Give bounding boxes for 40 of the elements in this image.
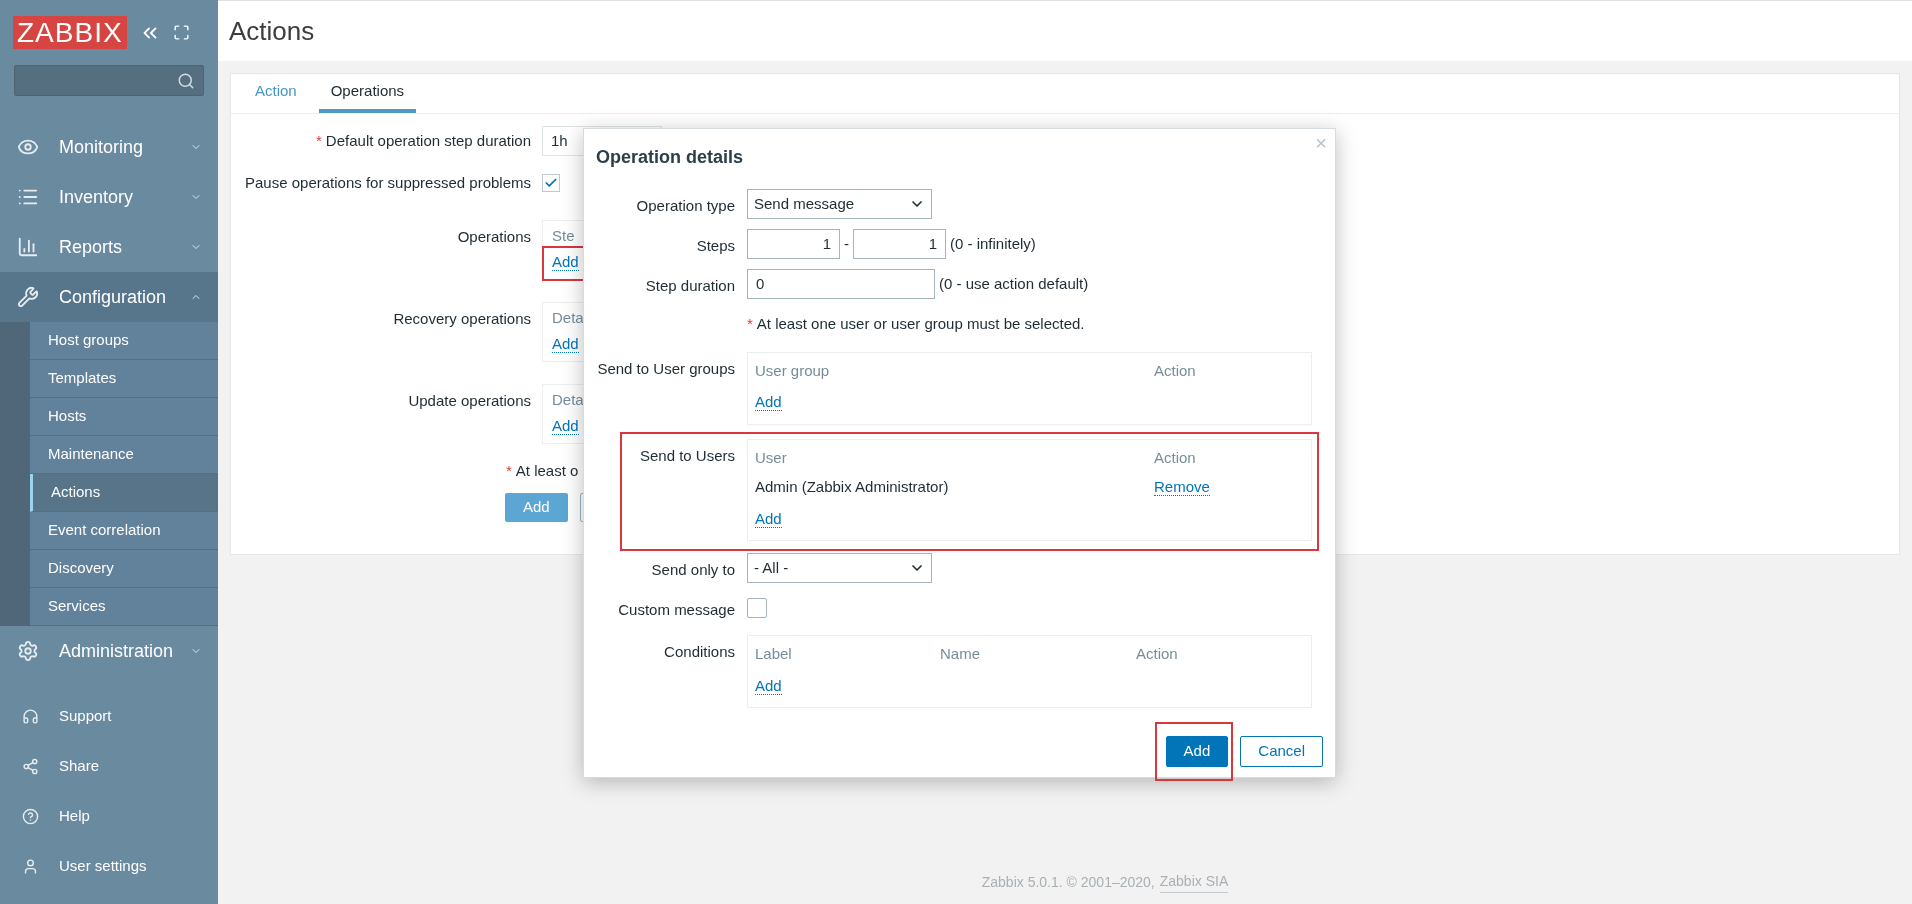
field-hint: (0 - use action default) [939,273,1089,294]
required-mark: * [506,461,512,481]
field-label: Pause operations for suppressed problems [245,172,531,193]
column-header: Deta [552,390,584,410]
column-header: Name [940,644,981,664]
menu-label: Inventory [59,185,135,209]
menu-label: Configuration [59,285,168,309]
table-cell-text: Admin (Zabbix Administrator) [755,477,950,497]
field-hint: (0 - infinitely) [950,233,1036,254]
field-label: Update operations [408,392,531,409]
column-header: Action [1136,644,1179,664]
page-title: Actions [229,14,315,48]
dialog-title: Operation details [596,146,744,169]
required-mark: * [316,130,322,151]
field-label: Send to Users [639,446,735,464]
column-header: User [755,447,788,468]
field-label: Steps [696,237,735,254]
field-label: Send only to [651,561,735,578]
field-label: Operations [457,228,531,245]
menu-label: Administration [59,639,175,663]
footer-text: Zabbix 5.0.1. © 2001–2020, [981,872,1155,892]
column-header: Deta [552,308,584,328]
field-label: Custom message [618,601,735,618]
column-header: Ste [552,226,575,246]
field-label: Send to User groups [597,359,735,377]
column-header: User group [755,360,831,381]
required-mark: * [747,314,753,334]
column-header: Action [1154,447,1197,468]
range-separator: - [844,233,849,254]
note-text: At least one user or user group must be selected. [756,314,1085,334]
menu-label: Reports [59,235,124,259]
field-label: Default operation step duration [325,130,531,151]
field-label: Conditions [664,643,735,660]
field-label: Operation type [636,197,735,214]
field-label: Step duration [645,277,735,294]
field-label: Recovery operations [393,310,531,327]
column-header: Action [1154,360,1197,381]
column-header: Label [755,644,793,664]
menu-label: Monitoring [59,135,145,159]
note-text: At least o [515,461,579,481]
